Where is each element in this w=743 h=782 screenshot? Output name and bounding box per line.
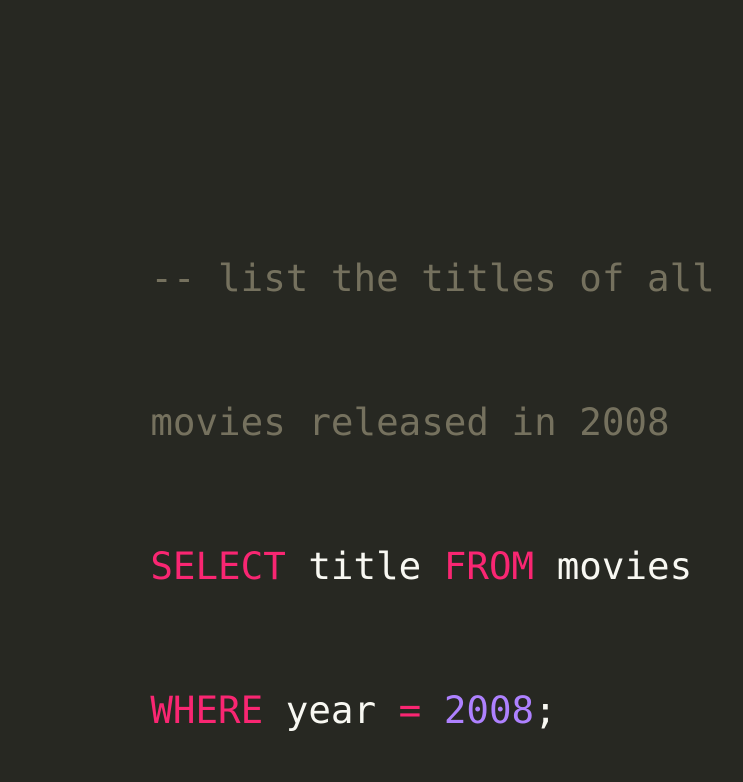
code-line-1: -- list the titles of all — [60, 206, 743, 300]
sql-column-year: year — [285, 688, 377, 732]
sql-keyword-from: FROM — [443, 544, 535, 588]
sql-operator-equals: = — [398, 688, 422, 732]
sql-comment: movies released in 2008 — [150, 400, 670, 444]
sql-number-literal: 2008 — [443, 688, 535, 732]
sql-keyword-select: SELECT — [150, 544, 286, 588]
code-line-2: movies released in 2008 — [60, 350, 743, 444]
code-editor[interactable]: -- list the titles of all movies release… — [0, 0, 743, 732]
sql-column-title: title — [308, 544, 422, 588]
sql-comment: -- list the titles of all — [150, 256, 715, 300]
code-line-3: SELECT title FROM movies — [60, 494, 743, 588]
sql-table-movies: movies — [556, 544, 693, 588]
code-line-4: WHERE year = 2008; — [60, 638, 743, 732]
sql-semicolon: ; — [534, 688, 557, 732]
sql-keyword-where: WHERE — [150, 688, 264, 732]
